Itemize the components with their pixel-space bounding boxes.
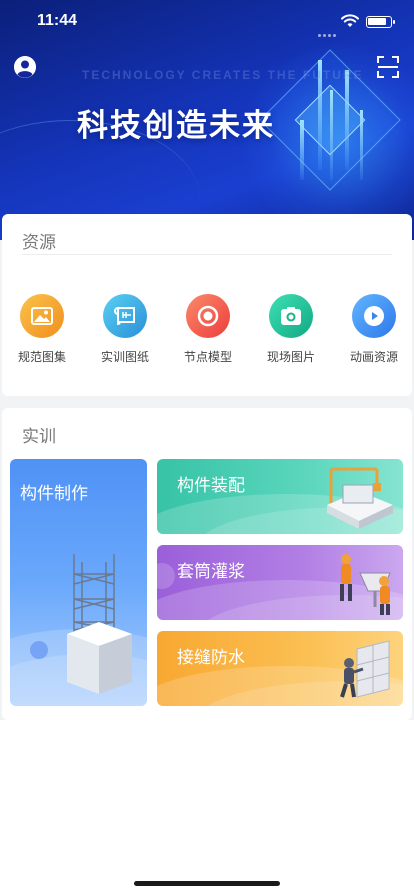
section-title-resources: 资源 <box>22 233 56 253</box>
user-icon <box>14 56 36 78</box>
resource-item-site-photos[interactable]: 现场图片 <box>251 294 331 365</box>
assembly-illustration <box>327 467 393 529</box>
battery-icon <box>366 16 395 28</box>
wifi-icon <box>341 14 359 27</box>
resource-item-node-model[interactable]: 节点模型 <box>168 294 248 365</box>
home-indicator[interactable] <box>134 881 280 886</box>
waterproofing-worker-illustration <box>340 640 390 698</box>
training-tile-sleeve-grouting[interactable]: 套筒灌浆 <box>157 545 403 620</box>
status-bar: 11:44 <box>0 0 414 44</box>
scan-icon <box>377 56 399 78</box>
training-tile-joint-waterproofing[interactable]: 接缝防水 <box>157 631 403 706</box>
play-icon <box>352 294 396 338</box>
tile-label: 套筒灌浆 <box>177 562 245 582</box>
signal-icon <box>318 22 338 41</box>
training-tile-component-making[interactable]: 构件制作 <box>10 459 147 706</box>
tower-illustration <box>67 554 132 694</box>
status-time: 11:44 <box>37 12 78 29</box>
section-divider <box>22 254 392 255</box>
user-avatar-button[interactable] <box>14 56 36 78</box>
tile-label: 构件制作 <box>20 484 88 504</box>
hero-title: 科技创造未来 <box>77 108 275 144</box>
resource-item-training-drawings[interactable]: 实训图纸 <box>85 294 165 365</box>
hero-ghost-text: TECHNOLOGY CREATES THE FUTURE <box>82 68 364 82</box>
resource-item-animation[interactable]: 动画资源 <box>334 294 414 365</box>
resource-label: 节点模型 <box>183 350 232 364</box>
resources-card: 资源 规范图集 实训图纸 节点模型 现场图片 动画资源 <box>2 214 412 396</box>
grouting-worker-illustration <box>340 554 391 615</box>
hero-light-bar <box>360 110 363 180</box>
training-tile-component-assembly[interactable]: 构件装配 <box>157 459 403 534</box>
resource-label: 实训图纸 <box>100 350 149 364</box>
resource-label: 动画资源 <box>349 350 398 364</box>
empty-content-area <box>0 720 414 896</box>
image-gallery-icon <box>20 294 64 338</box>
hero-light-bar <box>330 90 333 180</box>
bubble-decoration <box>157 563 175 589</box>
battery-fill <box>368 18 386 25</box>
resource-item-standard-atlas[interactable]: 规范图集 <box>2 294 82 365</box>
scan-button[interactable] <box>377 56 399 78</box>
hero-light-bar <box>345 70 349 170</box>
tile-label: 构件装配 <box>177 476 245 496</box>
hero-light-bar <box>300 120 304 180</box>
camera-icon <box>269 294 313 338</box>
bubble-decoration <box>30 641 48 659</box>
resource-label: 现场图片 <box>266 350 315 364</box>
blueprint-icon <box>103 294 147 338</box>
resource-label: 规范图集 <box>17 350 66 364</box>
tile-label: 接缝防水 <box>177 648 245 668</box>
section-title-training: 实训 <box>22 427 56 447</box>
node-model-icon <box>186 294 230 338</box>
